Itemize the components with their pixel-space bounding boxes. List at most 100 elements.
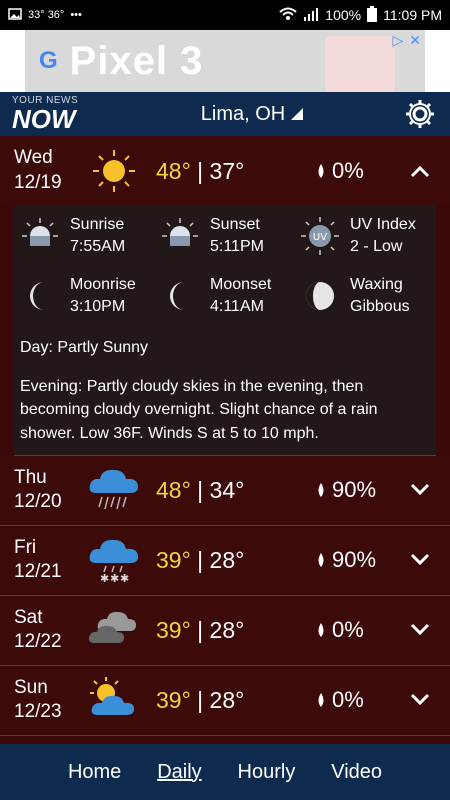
high-temp: 48° (156, 157, 191, 184)
precip-value: 0% (332, 617, 364, 643)
day-date: 12/22 (14, 631, 62, 653)
ad-choices-icon[interactable]: ▷ (392, 32, 403, 49)
day-label: Fri 12/21 (14, 536, 84, 585)
phone-image (325, 36, 395, 92)
day-row-wed[interactable]: Wed 12/19 48° | 37° 0% (0, 136, 450, 206)
day-row-thu[interactable]: Thu 12/20 48° | 34° 90% (0, 455, 450, 526)
high-temp: 39° (156, 616, 191, 643)
location-label: Lima, OH (200, 102, 286, 125)
nav-hourly[interactable]: Hourly (238, 761, 296, 784)
precip-value: 0% (332, 687, 364, 713)
precip-value: 0% (332, 158, 364, 183)
moonrise-value: 3:10PM (70, 298, 126, 315)
raindrop-icon (316, 158, 326, 184)
nav-daily[interactable]: Daily (157, 761, 201, 784)
status-bar: 33° 36° ••• 100% 11:09 PM (0, 0, 450, 30)
bottom-nav: Home Daily Hourly Video (0, 744, 450, 800)
app-header: YOUR NEWS NOW Lima, OH (0, 92, 450, 136)
day-name: Fri (14, 536, 37, 558)
day-name: Thu (14, 466, 47, 488)
nav-video[interactable]: Video (331, 761, 382, 784)
high-temp: 39° (156, 546, 191, 573)
day-description: Day: Partly Sunny (20, 339, 149, 356)
day-row-sat[interactable]: Sat 12/22 39° | 28° 0% (0, 595, 450, 666)
expand-chevron-icon[interactable] (406, 477, 436, 503)
moon-phase-line1: Waxing (350, 276, 403, 294)
svg-text:✱: ✱ (110, 572, 119, 585)
rain-cloud-icon (84, 465, 144, 515)
uv-icon: UV (298, 214, 342, 258)
moonset-icon (158, 274, 202, 318)
ad-controls[interactable]: ▷ ✕ (392, 32, 421, 49)
svg-text:✱: ✱ (100, 572, 109, 585)
temp-divider: | (197, 157, 210, 184)
raindrop-icon (316, 687, 326, 713)
settings-gear-icon[interactable] (402, 96, 438, 132)
raindrop-icon (316, 617, 326, 643)
sunset-value: 5:11PM (210, 238, 264, 255)
ad-content[interactable]: G Pixel 3 ▷ ✕ (25, 30, 425, 92)
sunrise-label: Sunrise (70, 216, 125, 234)
expand-chevron-icon[interactable] (406, 617, 436, 643)
status-temps: 33° 36° (28, 9, 65, 21)
moonset-value: 4:11AM (210, 298, 264, 315)
precip-chance: 0% (316, 158, 406, 184)
day-name: Sun (14, 676, 48, 698)
svg-text:UV: UV (313, 232, 327, 243)
image-notification-icon (8, 7, 22, 23)
ad-banner[interactable]: G Pixel 3 ▷ ✕ (0, 30, 450, 92)
temperatures: 48° | 34° (156, 477, 296, 504)
expand-chevron-icon[interactable] (406, 687, 436, 713)
temperatures: 48° | 37° (156, 158, 296, 185)
snow-cloud-icon: ✱ ✱ ✱ (84, 535, 144, 585)
battery-percent: 100% (325, 7, 362, 23)
moon-phase-line2: Gibbous (350, 298, 410, 315)
sunset-item: Sunset 5:11PM (158, 214, 298, 258)
expand-chevron-icon[interactable] (406, 547, 436, 573)
sunset-label: Sunset (210, 216, 260, 234)
high-temp: 39° (156, 686, 191, 713)
day-date: 12/21 (14, 561, 62, 583)
ad-headline: Pixel 3 (69, 38, 204, 83)
day-name: Wed (14, 147, 53, 169)
dropdown-triangle-icon (291, 103, 304, 126)
day-label: Sat 12/22 (14, 606, 84, 655)
precip-chance: 0% (316, 617, 406, 643)
low-temp: 34° (209, 476, 245, 503)
close-icon[interactable]: ✕ (409, 32, 421, 49)
raindrop-icon (316, 477, 326, 503)
day-row-sun[interactable]: Sun 12/23 39° | 28° 0% (0, 665, 450, 736)
day-row-fri[interactable]: Fri 12/21 ✱ ✱ ✱ 39° | 28° 90% (0, 525, 450, 596)
low-temp: 28° (209, 686, 245, 713)
moonrise-icon (18, 274, 62, 318)
logo: YOUR NEWS NOW (12, 96, 102, 133)
precip-value: 90% (332, 547, 377, 573)
sunrise-icon (18, 214, 62, 258)
uv-label: UV Index (350, 216, 416, 234)
moon-phase-item: Waxing Gibbous (298, 274, 438, 318)
uv-index-item: UV UV Index 2 - Low (298, 214, 438, 258)
sunset-icon (158, 214, 202, 258)
day-details-panel: Sunrise 7:55AM Sunset 5:11PM UV UV Index… (14, 206, 436, 456)
battery-icon (367, 5, 378, 25)
uv-value: 2 - Low (350, 238, 403, 255)
day-label: Thu 12/20 (14, 466, 84, 515)
partly-sunny-icon (84, 675, 144, 725)
precip-chance: 0% (316, 687, 406, 713)
temp-divider: | (197, 616, 210, 643)
sunrise-item: Sunrise 7:55AM (18, 214, 158, 258)
status-time: 11:09 PM (383, 7, 442, 23)
day-label: Wed 12/19 (14, 146, 84, 195)
nav-home[interactable]: Home (68, 761, 121, 784)
temperatures: 39° | 28° (156, 687, 296, 714)
location-selector[interactable]: Lima, OH (102, 103, 402, 126)
day-name: Sat (14, 606, 43, 628)
moonset-item: Moonset 4:11AM (158, 274, 298, 318)
moonset-label: Moonset (210, 276, 272, 294)
signal-icon (303, 7, 319, 24)
day-date: 12/19 (14, 172, 62, 193)
precip-chance: 90% (316, 477, 406, 503)
wifi-icon (279, 7, 297, 24)
collapse-chevron-icon[interactable] (406, 158, 436, 184)
low-temp: 28° (209, 546, 245, 573)
